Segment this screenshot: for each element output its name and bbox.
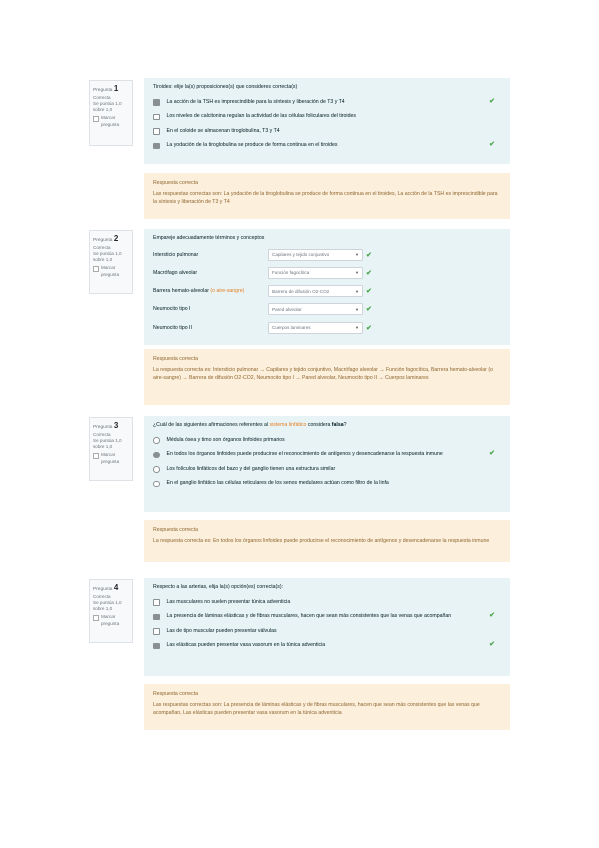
chevron-down-icon: ▼ [355, 306, 359, 312]
flag-icon [93, 116, 99, 123]
checkbox[interactable] [153, 628, 160, 635]
match-select[interactable]: Capilares y tejido conjuntivo ▼ [268, 248, 363, 261]
feedback-1: Respuesta correcta Las respuestas correc… [144, 173, 510, 219]
feedback-title: Respuesta correcta [153, 527, 198, 533]
answer-option[interactable]: Los folículos linfáticos del bazo y del … [153, 465, 501, 473]
match-row: Macrófago alveolar Función fagocítica ▼ ✔ [153, 265, 501, 280]
match-select[interactable]: Cuerpos laminares ▼ [268, 321, 363, 334]
question-card-2: Empareje adecuadamente términos y concep… [144, 229, 510, 345]
question-info-3: Pregunta 3 Correcta Se puntúa 1,0 sobre … [89, 417, 133, 481]
answer-option[interactable]: La presencia de láminas elásticas y de f… [153, 612, 501, 621]
match-row: Neumocito tipo I Pared alveolar ▼ ✔ [153, 302, 501, 317]
question-score: Se puntúa 1,0 sobre 1,0 [93, 250, 122, 263]
check-icon: ✔ [489, 98, 495, 105]
answer-option[interactable]: La acción de la TSH es imprescindible pa… [153, 98, 501, 106]
question-number: Pregunta 4 [93, 583, 119, 592]
chevron-down-icon: ▼ [355, 252, 359, 257]
radio[interactable] [153, 480, 160, 488]
feedback-body: Las respuestas correctas son: La yodació… [153, 191, 498, 206]
question-text: Respecto a las arterias, elija la(s) opc… [153, 584, 284, 590]
question-text: Empareje adecuadamente términos y concep… [153, 235, 265, 241]
answer-option[interactable]: Las de tipo muscular pueden presentar vá… [153, 627, 501, 635]
answer-option[interactable]: En el ganglio linfático las células reti… [153, 479, 501, 488]
answer-option[interactable]: Las elásticas pueden presentar vasa vaso… [153, 641, 501, 650]
flag-icon [93, 453, 99, 460]
check-icon: ✔ [489, 641, 495, 649]
feedback-body: La respuesta correcta es: Intersticio pu… [153, 367, 493, 382]
question-number: Pregunta 3 [93, 421, 119, 430]
chevron-down-icon: ▼ [355, 325, 359, 331]
feedback-body: Las respuestas correctas son: La presenc… [153, 702, 480, 717]
radio[interactable] [153, 437, 160, 444]
answer-option[interactable]: En todos los órganos linfoides puede pro… [153, 450, 501, 459]
question-info-4: Pregunta 4 Correcta Se puntúa 1,0 sobre … [89, 579, 133, 643]
question-info-1: Pregunta 1 Correcta Se puntúa 1,0 sobre … [89, 80, 133, 146]
answer-option[interactable]: En el coloide se almacenan tiroglobulina… [153, 127, 501, 135]
flag-question-toggle[interactable]: Marcar pregunta [93, 115, 129, 127]
check-icon: ✔ [489, 141, 495, 149]
checkbox[interactable] [153, 128, 160, 135]
check-icon: ✔ [489, 450, 495, 458]
flag-icon [93, 266, 99, 273]
question-score: Se puntúa 1,0 sobre 1,0 [93, 437, 122, 450]
question-card-4: Respecto a las arterias, elija la(s) opc… [144, 578, 510, 676]
match-row: Intersticio pulmonar Capilares y tejido c… [153, 247, 501, 262]
match-select[interactable]: Función fagocítica ▼ [268, 266, 363, 279]
match-row: Barrera hemato-alveolar (o aire-sangre) B… [153, 284, 501, 299]
feedback-2: Respuesta correcta La respuesta correcta… [144, 349, 510, 405]
feedback-title: Respuesta correcta [153, 691, 198, 697]
check-icon: ✔ [366, 251, 372, 259]
match-select[interactable]: Pared alveolar ▼ [268, 303, 363, 316]
checkbox[interactable] [153, 599, 160, 606]
flag-question-toggle[interactable]: Marcar pregunta [93, 265, 129, 277]
check-icon: ✔ [489, 612, 495, 620]
question-number: Pregunta 2 [93, 234, 119, 243]
radio[interactable] [153, 466, 160, 473]
match-row: Neumocito tipo II Cuerpos laminares ▼ ✔ [153, 320, 501, 335]
checkbox-checked[interactable] [153, 142, 160, 150]
question-score: Se puntúa 1,0 sobre 1,0 [93, 599, 122, 612]
feedback-title: Respuesta correcta [153, 180, 198, 186]
radio-selected[interactable] [153, 451, 160, 459]
question-score: Se puntúa 1,0 sobre 1,0 [93, 100, 122, 113]
feedback-title: Respuesta correcta [153, 356, 198, 362]
question-text: Tiroides: elije la(s) proposiciones(s) q… [153, 84, 298, 90]
checkbox-checked[interactable] [153, 642, 160, 650]
question-card-3: ¿Cuál de las siguientes afirmaciones ref… [144, 416, 510, 512]
check-icon: ✔ [366, 269, 372, 277]
question-text: ¿Cuál de las siguientes afirmaciones ref… [153, 422, 347, 428]
feedback-4: Respuesta correcta Las respuestas correc… [144, 684, 510, 730]
flag-icon [93, 615, 99, 622]
match-select[interactable]: Barrera de difusión O2-CO2 ▼ [268, 285, 363, 298]
check-icon: ✔ [366, 306, 372, 314]
chevron-down-icon: ▼ [355, 288, 359, 294]
question-card-1: Tiroides: elije la(s) proposiciones(s) q… [144, 78, 510, 164]
chevron-down-icon: ▼ [355, 270, 359, 276]
feedback-body: La respuesta correcta es: En todos los ó… [153, 538, 490, 545]
checkbox-checked[interactable] [153, 99, 160, 106]
answer-option[interactable]: La yodación de la tiroglobulina se produ… [153, 141, 501, 150]
flag-question-toggle[interactable]: Marcar pregunta [93, 614, 129, 626]
flag-question-toggle[interactable]: Marcar pregunta [93, 452, 129, 464]
check-icon: ✔ [366, 288, 372, 296]
question-info-2: Pregunta 2 Correcta Se puntúa 1,0 sobre … [89, 230, 133, 294]
question-number: Pregunta 1 [93, 84, 119, 93]
checkbox[interactable] [153, 113, 160, 121]
answer-option[interactable]: Los niveles de calcitonina regulan la ac… [153, 112, 501, 121]
feedback-3: Respuesta correcta La respuesta correcta… [144, 520, 510, 562]
checkbox-checked[interactable] [153, 613, 160, 621]
answer-option[interactable]: Las musculares no suelen presentar túnic… [153, 598, 501, 606]
check-icon: ✔ [366, 324, 372, 332]
answer-option[interactable]: Médula ósea y timo son órganos linfoides… [153, 436, 501, 444]
